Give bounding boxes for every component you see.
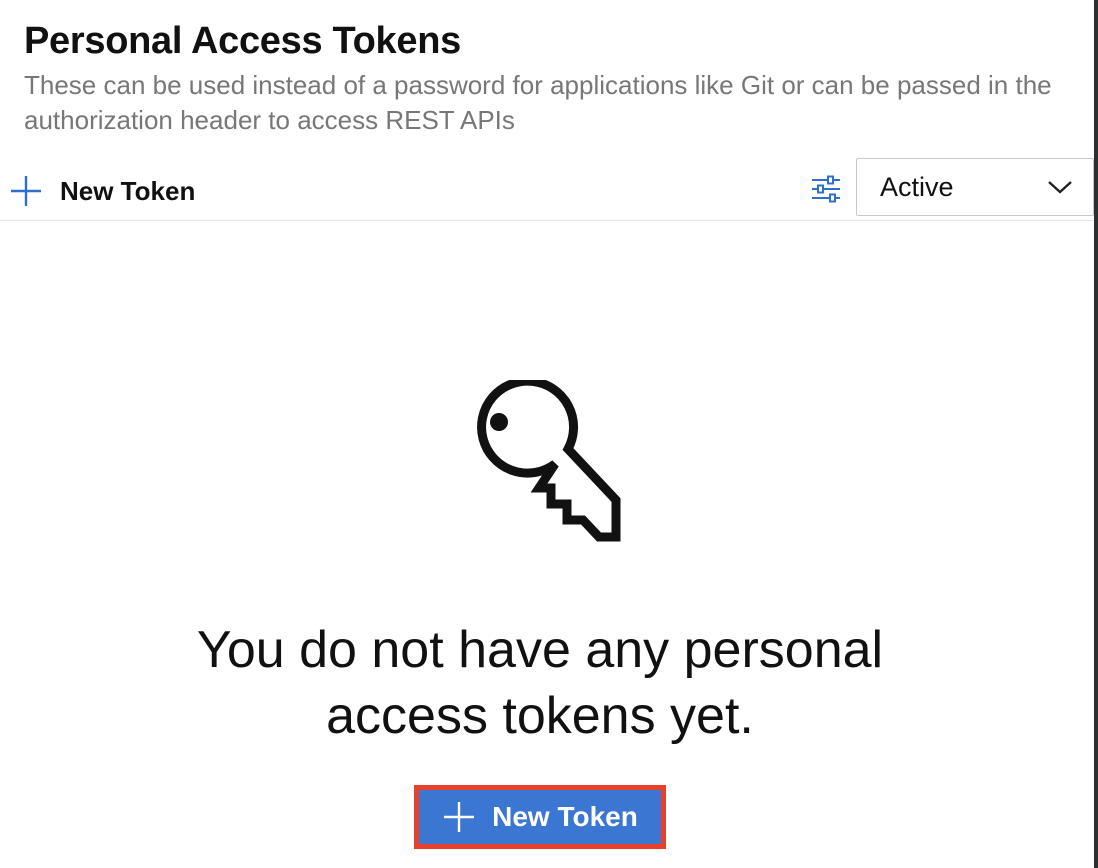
toolbar: New Token Active	[0, 155, 1094, 221]
status-filter-dropdown[interactable]: Active	[856, 158, 1094, 216]
key-icon	[477, 380, 621, 542]
personal-access-tokens-page: Personal Access Tokens These can be used…	[0, 0, 1098, 868]
new-token-button-label: New Token	[492, 801, 638, 832]
plus-icon	[11, 176, 41, 206]
cta-highlight-frame: New Token	[414, 785, 666, 849]
empty-state-message: You do not have any personal access toke…	[196, 621, 884, 745]
filter-sliders-icon[interactable]	[808, 174, 844, 204]
status-filter-value: Active	[880, 171, 954, 202]
plus-icon	[444, 802, 475, 832]
new-token-command[interactable]: New Token	[8, 171, 195, 211]
new-token-button[interactable]: New Token	[419, 790, 661, 844]
chevron-down-icon	[1048, 181, 1072, 194]
new-token-command-label: New Token	[60, 175, 196, 206]
page-subtitle: These can be used instead of a password …	[24, 70, 1052, 135]
page-title: Personal Access Tokens	[24, 20, 461, 62]
